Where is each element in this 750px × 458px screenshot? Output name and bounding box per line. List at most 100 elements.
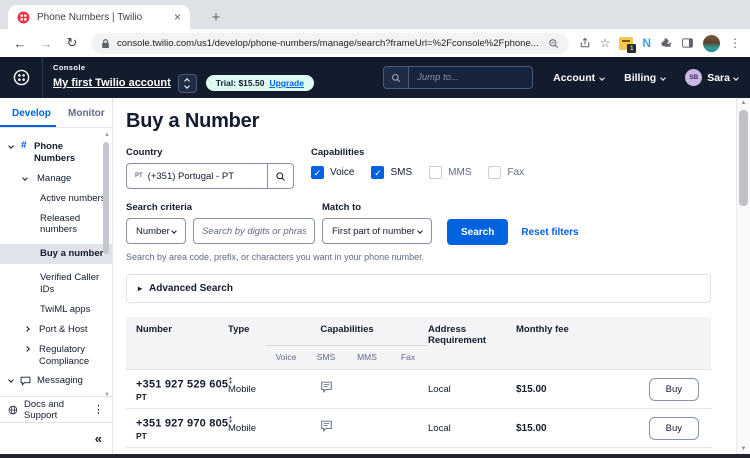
globe-icon — [8, 405, 18, 414]
checkbox-unchecked-icon[interactable] — [429, 166, 443, 179]
console-header: Console My first Twilio account Trial: $… — [0, 57, 750, 98]
scroll-down-icon[interactable]: ▼ — [737, 446, 750, 452]
extensions-puzzle-icon[interactable] — [660, 37, 672, 49]
advanced-search-toggle[interactable]: ▸ Advanced Search — [126, 274, 711, 303]
col-capabilities: Capabilities — [266, 324, 428, 346]
chevron-right-icon: ▸ — [138, 284, 143, 293]
console-eyebrow: Console — [53, 62, 86, 72]
country-combobox[interactable]: PT (+351) Portugal - PT — [126, 163, 294, 189]
tab-close-icon[interactable]: × — [174, 11, 181, 23]
account-menu[interactable]: Account — [553, 72, 605, 84]
sidebar-item-regulatory-compliance[interactable]: Regulatory Compliance — [0, 344, 112, 368]
bookmark-star-icon[interactable]: ☆ — [600, 36, 611, 50]
match-to-select[interactable]: First part of number — [322, 218, 432, 244]
criteria-search-input[interactable] — [193, 218, 315, 244]
twilio-logo-area[interactable] — [0, 57, 43, 98]
col-type: Type — [228, 324, 250, 335]
capability-mms-checkbox[interactable]: MMS — [429, 166, 471, 179]
new-tab-button[interactable]: + — [204, 5, 228, 29]
browser-tab[interactable]: Phone Numbers | Twilio × — [8, 5, 190, 29]
address-requirement: Local — [428, 422, 451, 434]
sidebar-scrollbar-thumb[interactable] — [103, 142, 109, 254]
checkbox-checked-icon[interactable]: ✓ — [311, 166, 324, 179]
buy-button[interactable]: Buy — [648, 416, 699, 440]
tab-monitor[interactable]: Monitor — [56, 98, 112, 127]
capabilities-label: Capabilities — [311, 147, 365, 158]
search-button[interactable]: Search — [447, 219, 509, 245]
docs-kebab-icon[interactable]: ⋮ — [93, 403, 104, 416]
country-search-button[interactable] — [267, 164, 293, 188]
side-panel-icon[interactable] — [681, 37, 694, 49]
sidebar-item-released-numbers[interactable]: Released numbers — [0, 213, 112, 237]
checkbox-unchecked-icon[interactable] — [488, 166, 502, 179]
reload-icon[interactable]: ↻ — [61, 35, 83, 51]
sidebar-footer: « — [0, 422, 112, 454]
chevron-right-icon — [24, 325, 30, 332]
twilio-favicon-icon — [17, 11, 30, 23]
sidebar-item-port-host[interactable]: Port & Host — [0, 324, 112, 336]
phone-number: +351 927 529 605‡ — [136, 375, 233, 391]
extension-yellow-icon[interactable]: 1 — [619, 36, 637, 53]
subcol-mms: MMS — [357, 352, 377, 362]
trial-balance-text: Trial: $15.50 — [215, 78, 265, 88]
criteria-type-select[interactable]: Number — [126, 218, 186, 244]
buy-button[interactable]: Buy — [648, 377, 699, 401]
sidebar-item-messaging[interactable]: Messaging — [0, 375, 112, 387]
forward-icon[interactable]: → — [35, 36, 57, 51]
sms-capability-icon — [306, 419, 346, 437]
search-icon — [384, 67, 410, 88]
scroll-up-icon[interactable]: ▲ — [737, 100, 750, 106]
page-scrollbar[interactable]: ▲ ▼ — [736, 98, 750, 454]
collapse-sidebar-button[interactable]: « — [95, 431, 102, 446]
country-code: PT — [136, 392, 147, 403]
search-help-text: Search by area code, prefix, or characte… — [126, 252, 425, 262]
user-avatar[interactable]: SB — [685, 69, 703, 86]
upgrade-link[interactable]: Upgrade — [269, 78, 303, 88]
sidebar-item-twiml-apps[interactable]: TwiML apps — [0, 304, 112, 316]
table-row: +351 927 970 805‡ PT Mobile Local $15.00… — [126, 408, 711, 447]
number-type: Mobile — [228, 422, 256, 434]
account-block: Console My first Twilio account Trial: $… — [53, 63, 314, 93]
zoom-out-icon[interactable] — [548, 38, 559, 49]
reset-filters-link[interactable]: Reset filters — [521, 227, 578, 238]
browser-profile-avatar[interactable] — [703, 34, 720, 52]
account-name-link[interactable]: My first Twilio account — [53, 77, 171, 89]
account-switcher-button[interactable] — [177, 73, 197, 93]
search-icon — [276, 171, 285, 181]
chevron-down-icon — [733, 74, 739, 81]
sidebar-item-manage[interactable]: Manage — [0, 173, 112, 185]
page-scrollbar-thumb[interactable] — [739, 110, 748, 206]
sidebar-item-phone-numbers[interactable]: # Phone Numbers — [0, 140, 112, 165]
sidebar-item-buy-a-number[interactable]: Buy a number — [0, 244, 112, 265]
monthly-fee: $15.00 — [516, 383, 547, 395]
tab-develop[interactable]: Develop — [0, 98, 56, 127]
billing-menu[interactable]: Billing — [624, 72, 667, 84]
capability-sms-checkbox[interactable]: ✓ SMS — [371, 166, 412, 179]
jump-to-input[interactable] — [409, 72, 520, 83]
chevron-down-icon — [22, 174, 28, 181]
browser-menu-kebab-icon[interactable]: ⋮ — [729, 36, 741, 50]
chevron-down-icon — [184, 82, 191, 89]
extension-n-icon[interactable]: N — [642, 36, 651, 50]
checkbox-checked-icon[interactable]: ✓ — [371, 166, 385, 179]
country-value: (+351) Portugal - PT — [147, 170, 235, 182]
subcol-sms: SMS — [316, 352, 336, 362]
user-menu[interactable]: Sara — [707, 72, 739, 84]
country-label: Country — [126, 147, 163, 158]
sidebar-item-active-numbers[interactable]: Active numbers — [0, 193, 112, 205]
address-bar[interactable]: console.twilio.com/us1/develop/phone-num… — [91, 32, 569, 54]
back-icon[interactable]: ← — [9, 36, 31, 51]
scroll-up-icon[interactable]: ▲ — [104, 132, 110, 138]
docs-and-support-label: Docs and Support — [23, 398, 65, 421]
share-icon[interactable] — [579, 37, 591, 49]
chevron-down-icon — [660, 74, 667, 81]
col-address: Address Requirement — [428, 324, 487, 346]
results-table: Number Type Capabilities Address Require… — [126, 317, 711, 454]
jump-to-search[interactable] — [383, 66, 534, 89]
sidebar-item-verified-caller-ids[interactable]: Verified Caller IDs — [0, 272, 112, 296]
sidebar-item-label: Verified Caller IDs — [40, 272, 100, 295]
docs-and-support[interactable]: Docs and Support ⋮ — [0, 396, 112, 422]
capability-fax-checkbox[interactable]: Fax — [488, 166, 524, 179]
sidebar-scrollbar[interactable]: ▲ ▼ — [102, 132, 110, 398]
capability-voice-checkbox[interactable]: ✓ Voice — [311, 166, 354, 179]
